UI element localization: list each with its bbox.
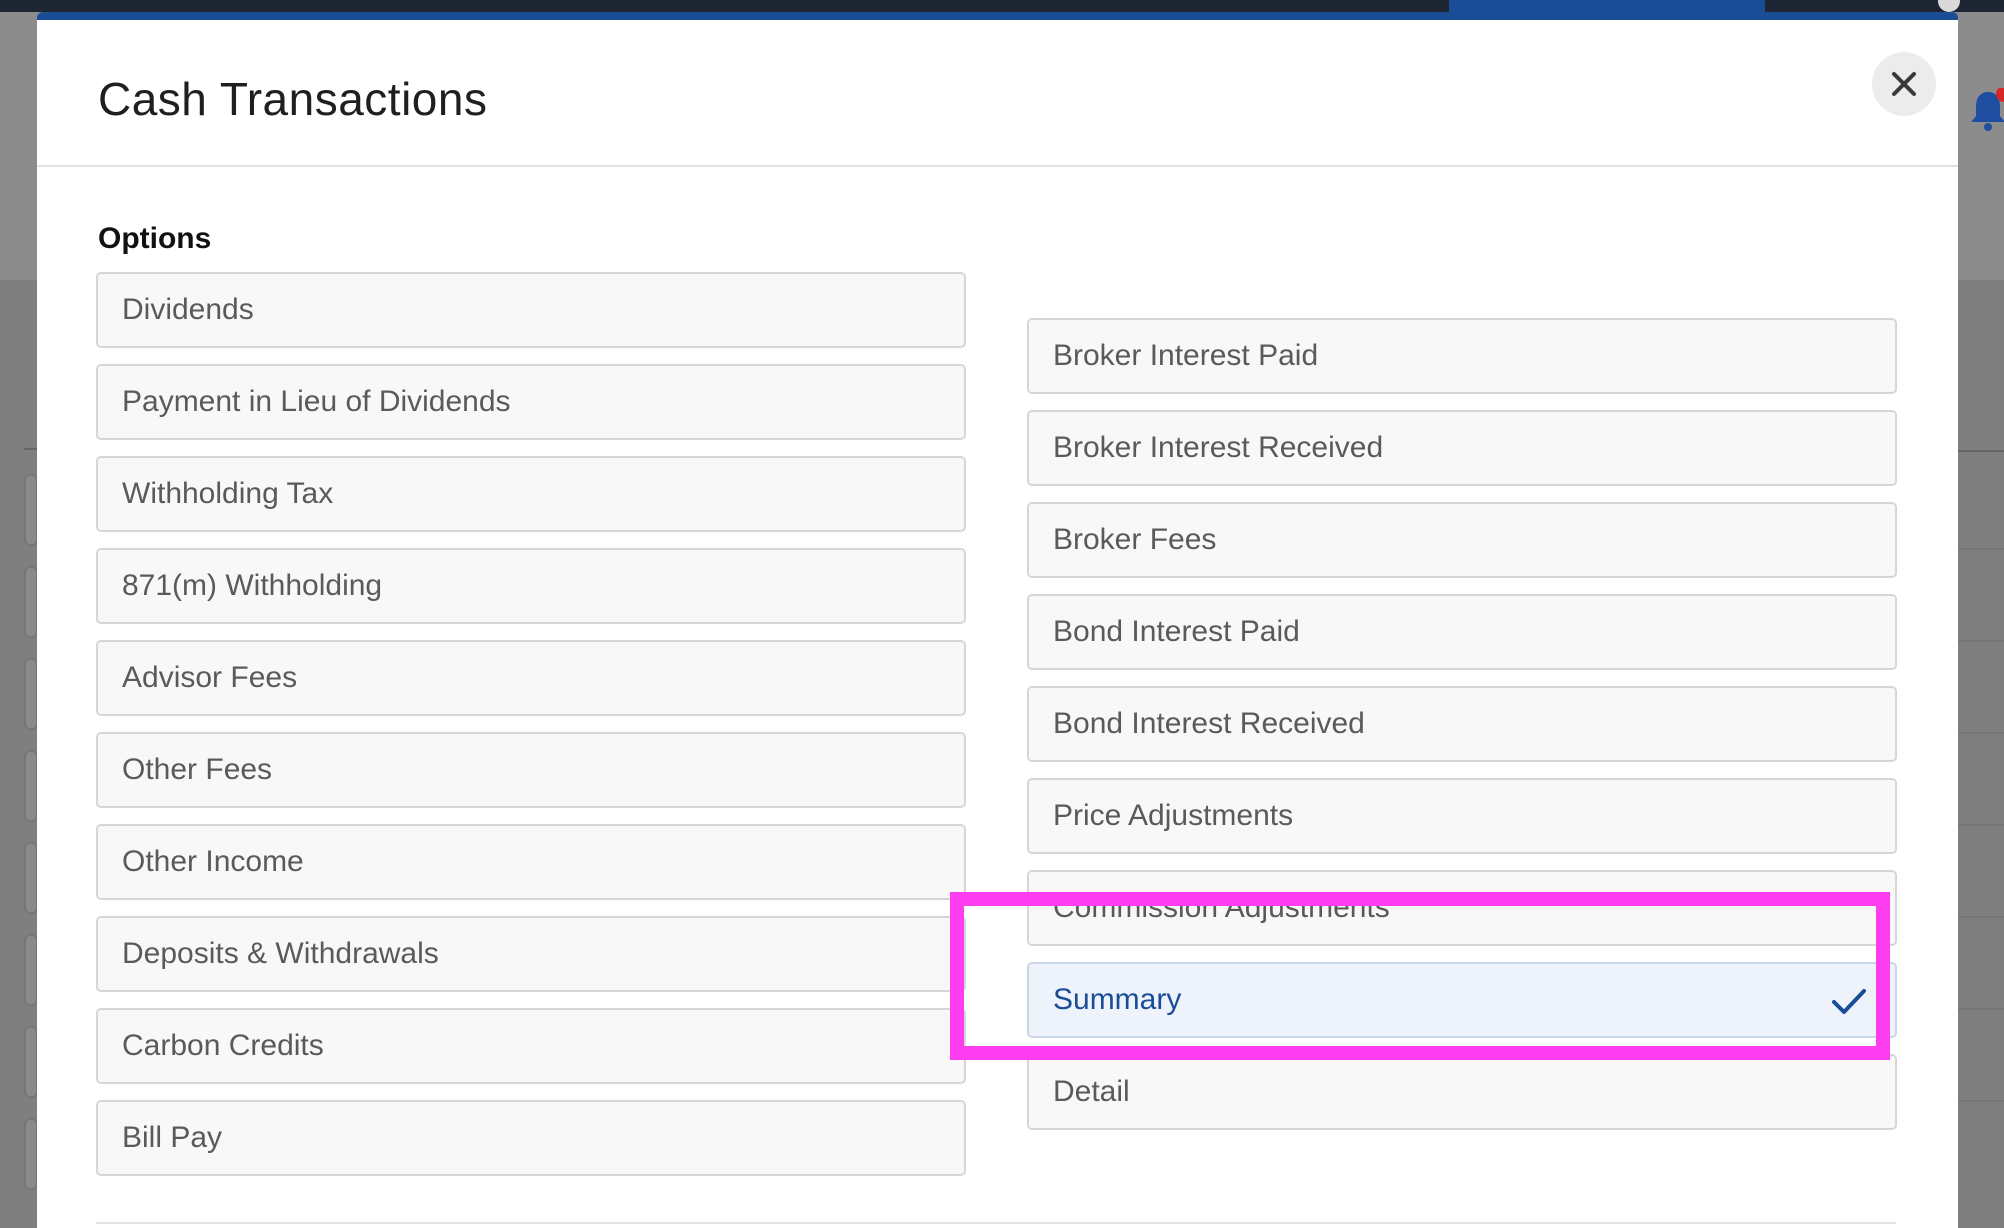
option-dividends[interactable]: Dividends <box>96 272 966 348</box>
option-bill-pay[interactable]: Bill Pay <box>96 1100 966 1176</box>
background-row <box>24 658 38 730</box>
background-row <box>24 1026 38 1098</box>
option-broker-fees[interactable]: Broker Fees <box>1027 502 1897 578</box>
option-detail[interactable]: Detail <box>1027 1054 1897 1130</box>
background-avatar <box>1938 0 1960 12</box>
options-label: Options <box>98 222 212 255</box>
cash-transactions-modal: Cash Transactions Options Dividends Paym… <box>37 12 1958 1228</box>
option-broker-interest-received[interactable]: Broker Interest Received <box>1027 410 1897 486</box>
option-label: 871(m) Withholding <box>122 569 383 602</box>
option-label: Price Adjustments <box>1053 799 1294 832</box>
background-active-tab <box>1449 0 1765 12</box>
option-label: Commission Adjustments <box>1053 891 1390 924</box>
background-row <box>24 566 38 638</box>
option-label: Detail <box>1053 1075 1130 1108</box>
background-divider <box>1958 916 2004 918</box>
option-other-fees[interactable]: Other Fees <box>96 732 966 808</box>
option-broker-interest-paid[interactable]: Broker Interest Paid <box>1027 318 1897 394</box>
option-label: Summary <box>1053 983 1182 1016</box>
option-bond-interest-received[interactable]: Bond Interest Received <box>1027 686 1897 762</box>
option-label: Other Income <box>122 845 304 878</box>
background-top-bar <box>0 0 2004 12</box>
option-label: Other Fees <box>122 753 273 786</box>
background-divider <box>24 448 38 450</box>
background-row <box>24 750 38 822</box>
background-row <box>24 934 38 1006</box>
background-divider <box>1958 732 2004 734</box>
option-label: Bond Interest Paid <box>1053 615 1300 648</box>
option-label: Dividends <box>122 293 254 326</box>
close-button[interactable] <box>1872 52 1936 116</box>
option-advisor-fees[interactable]: Advisor Fees <box>96 640 966 716</box>
modal-header: Cash Transactions <box>37 20 1958 167</box>
background-divider <box>1958 548 2004 550</box>
option-payment-in-lieu-of-dividends[interactable]: Payment in Lieu of Dividends <box>96 364 966 440</box>
background-divider <box>1958 824 2004 826</box>
option-label: Broker Interest Paid <box>1053 339 1319 372</box>
option-label: Withholding Tax <box>122 477 334 510</box>
option-871m-withholding[interactable]: 871(m) Withholding <box>96 548 966 624</box>
background-row <box>24 474 38 546</box>
option-price-adjustments[interactable]: Price Adjustments <box>1027 778 1897 854</box>
option-label: Deposits & Withdrawals <box>122 937 439 970</box>
option-label: Payment in Lieu of Dividends <box>122 385 511 418</box>
background-divider <box>1958 450 2004 452</box>
option-label: Broker Fees <box>1053 523 1217 556</box>
background-row <box>24 1118 38 1190</box>
option-label: Bill Pay <box>122 1121 223 1154</box>
option-label: Broker Interest Received <box>1053 431 1384 464</box>
background-row <box>24 842 38 914</box>
checkmark-icon <box>1832 989 1866 1014</box>
option-bond-interest-paid[interactable]: Bond Interest Paid <box>1027 594 1897 670</box>
option-label: Bond Interest Received <box>1053 707 1365 740</box>
option-label: Carbon Credits <box>122 1029 324 1062</box>
background-divider <box>1958 1008 2004 1010</box>
option-commission-adjustments[interactable]: Commission Adjustments <box>1027 870 1897 946</box>
option-other-income[interactable]: Other Income <box>96 824 966 900</box>
footer-divider <box>96 1222 1896 1224</box>
close-icon <box>1892 72 1916 96</box>
notification-bell-icon <box>1971 88 2004 131</box>
option-carbon-credits[interactable]: Carbon Credits <box>96 1008 966 1084</box>
option-deposits-withdrawals[interactable]: Deposits & Withdrawals <box>96 916 966 992</box>
option-summary[interactable]: Summary <box>1027 962 1897 1038</box>
option-withholding-tax[interactable]: Withholding Tax <box>96 456 966 532</box>
option-label: Advisor Fees <box>122 661 298 694</box>
background-divider <box>1958 1100 2004 1102</box>
background-divider <box>1958 640 2004 642</box>
modal-title: Cash Transactions <box>98 73 488 125</box>
